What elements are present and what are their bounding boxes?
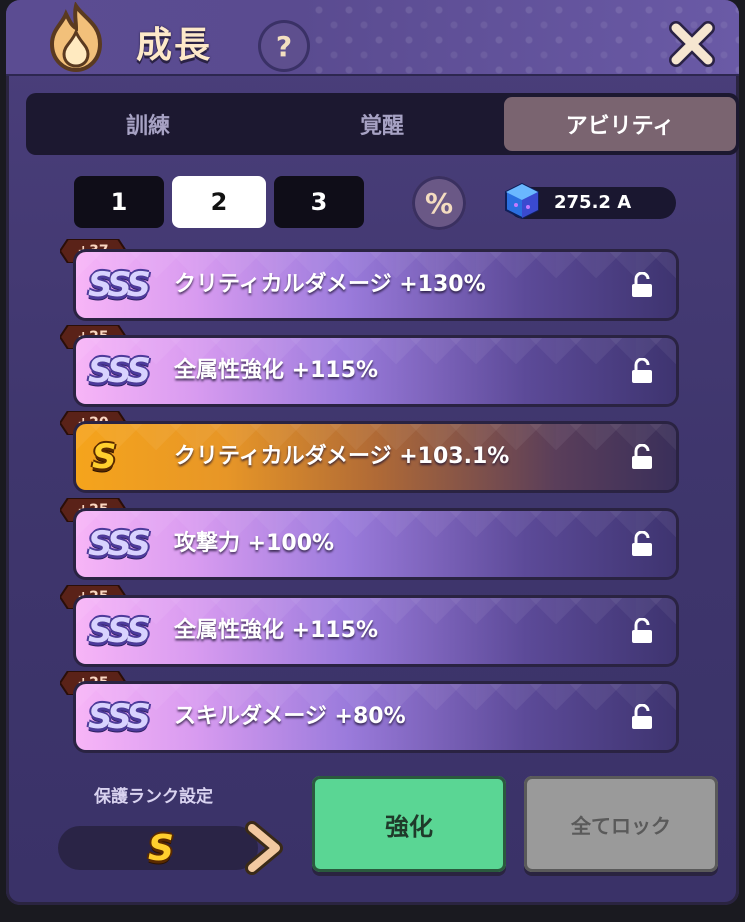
- rank-badge: SSS: [88, 265, 151, 305]
- unlocked-icon[interactable]: [630, 272, 654, 298]
- page-title: 成長: [136, 25, 213, 66]
- unlocked-icon[interactable]: [630, 444, 654, 470]
- ability-text: クリティカルダメージ +103.1%: [174, 444, 510, 469]
- protect-rank-value: S: [148, 828, 174, 869]
- percent-button[interactable]: %: [412, 176, 466, 230]
- page-button-1[interactable]: 1: [74, 176, 164, 228]
- protect-rank-label: 保護ランク設定: [94, 787, 213, 807]
- header-divider: [6, 74, 739, 76]
- ability-row[interactable]: SSS スキルダメージ +80%: [76, 684, 676, 750]
- row-pattern: [76, 511, 676, 577]
- lock-all-button[interactable]: 全てロック: [524, 776, 718, 872]
- enhance-button[interactable]: 強化: [312, 776, 506, 872]
- rank-badge: S: [92, 437, 116, 477]
- chevron-right-icon[interactable]: [240, 820, 288, 876]
- tab-awakening[interactable]: 覚醒: [266, 97, 498, 151]
- rank-badge: SSS: [88, 611, 151, 651]
- close-icon[interactable]: [662, 14, 722, 74]
- ability-text: 全属性強化 +115%: [174, 358, 379, 383]
- ability-text: 全属性強化 +115%: [174, 618, 379, 643]
- ability-text: 攻撃力 +100%: [174, 531, 335, 556]
- ability-row[interactable]: SSS 全属性強化 +115%: [76, 338, 676, 404]
- ability-row[interactable]: SSS 全属性強化 +115%: [76, 598, 676, 664]
- panel-header: 成長 ?: [6, 0, 739, 76]
- flame-icon: [49, 2, 103, 73]
- blue-cube-icon: [505, 182, 539, 220]
- currency-display: 275.2 A: [505, 182, 676, 220]
- unlocked-icon[interactable]: [630, 704, 654, 730]
- page-button-3[interactable]: 3: [274, 176, 364, 228]
- rank-badge: SSS: [88, 351, 151, 391]
- tab-bar: 訓練 覚醒 アビリティ: [26, 93, 739, 155]
- unlocked-icon[interactable]: [630, 531, 654, 557]
- ability-row[interactable]: S クリティカルダメージ +103.1%: [76, 424, 676, 490]
- unlocked-icon[interactable]: [630, 618, 654, 644]
- page-button-2[interactable]: 2: [172, 176, 266, 228]
- ability-text: クリティカルダメージ +130%: [174, 272, 486, 297]
- unlocked-icon[interactable]: [630, 358, 654, 384]
- rank-badge: SSS: [88, 524, 151, 564]
- tab-ability[interactable]: アビリティ: [504, 97, 736, 151]
- ability-row[interactable]: SSS クリティカルダメージ +130%: [76, 252, 676, 318]
- ability-row[interactable]: SSS 攻撃力 +100%: [76, 511, 676, 577]
- ability-text: スキルダメージ +80%: [174, 704, 406, 729]
- rank-badge: SSS: [88, 697, 151, 737]
- tab-training[interactable]: 訓練: [32, 97, 264, 151]
- help-button[interactable]: ?: [258, 20, 310, 72]
- currency-amount: 275.2 A: [554, 192, 632, 213]
